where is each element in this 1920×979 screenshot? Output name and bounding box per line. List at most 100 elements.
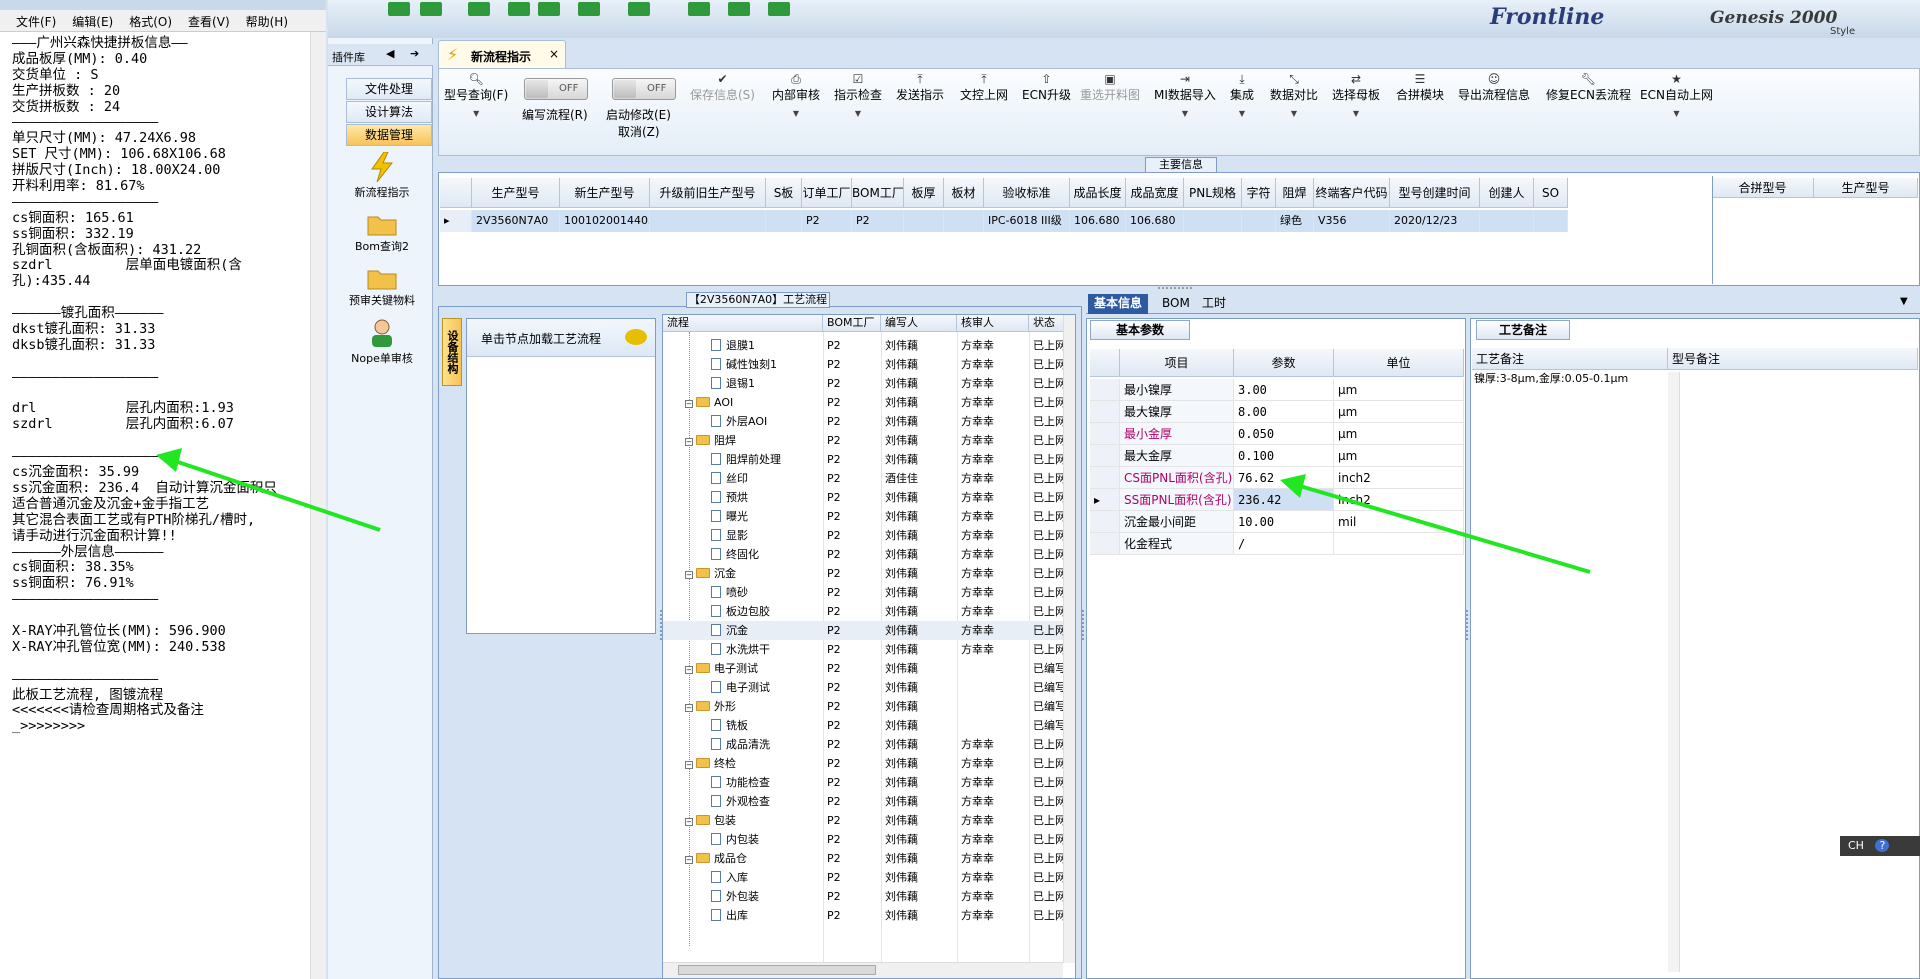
params-row-selector[interactable] [1090, 511, 1120, 533]
tree-row[interactable]: − 终检 P2 刘伟藕 方幸幸 已上网 [663, 754, 1066, 773]
ecn-auto-online-button[interactable]: ★ ECN自动上网 ▼ [1640, 72, 1713, 118]
collapse-toggle-icon[interactable]: − [685, 761, 693, 769]
instruction-check-button[interactable]: ☑ 指示检查 ▼ [834, 72, 882, 118]
nav-data-management[interactable]: 数据管理 [346, 124, 432, 146]
table-cell[interactable]: 2020/12/23 [1390, 210, 1480, 232]
notepad-titlebar[interactable] [0, 0, 326, 10]
table-cell[interactable] [1480, 210, 1534, 232]
param-value-cell[interactable]: 10.00 [1234, 511, 1334, 533]
table-cell[interactable] [904, 210, 944, 232]
param-value-cell[interactable]: 8.00 [1234, 401, 1334, 423]
table-cell[interactable]: 10010200144037 [560, 210, 650, 232]
params-row-selector[interactable] [1090, 445, 1120, 467]
table-cell[interactable]: 106.680 [1126, 210, 1184, 232]
param-value-cell[interactable]: 76.62 [1234, 467, 1334, 489]
column-header[interactable]: SO [1534, 178, 1568, 208]
menu-view[interactable]: 查看(V) [180, 10, 238, 31]
tile-bom-query[interactable]: Bom查询2 [334, 212, 430, 254]
merge-column-header[interactable]: 合拼型号 [1712, 178, 1814, 198]
splitter-dots[interactable] [1082, 610, 1086, 640]
column-header[interactable]: S板 [766, 178, 802, 208]
params-tab[interactable]: 基本参数 [1090, 320, 1190, 340]
toolbar-refresh-icon[interactable] [420, 2, 442, 16]
column-header[interactable]: BOM工厂 [852, 178, 904, 208]
table-cell[interactable] [1184, 210, 1242, 232]
column-header[interactable]: 订单工厂 [802, 178, 852, 208]
tab-bom[interactable]: BOM [1156, 294, 1196, 314]
tree-row[interactable]: − 包装 P2 刘伟藕 方幸幸 已上网 [663, 811, 1066, 830]
tree-row[interactable]: 退锡1 P2 刘伟藕 方幸幸 已上网 [663, 374, 1066, 393]
toolbar-cut-icon[interactable] [508, 2, 530, 16]
collapse-left-icon[interactable]: ◀ [386, 47, 394, 60]
tree-row[interactable]: 预烘 P2 刘伟藕 方幸幸 已上网 [663, 488, 1066, 507]
notepad-scrollbar[interactable] [310, 32, 326, 979]
params-row-selector[interactable] [1090, 401, 1120, 423]
style-menu[interactable]: Style [1830, 26, 1855, 37]
splitter-handle[interactable] [1158, 286, 1194, 290]
tree-row[interactable]: 外层AOI P2 刘伟藕 方幸幸 已上网 [663, 412, 1066, 431]
column-header[interactable]: 板厚 [904, 178, 944, 208]
column-header[interactable]: 板材 [944, 178, 984, 208]
param-value-cell[interactable]: 0.100 [1234, 445, 1334, 467]
table-cell[interactable]: 绿色 [1276, 210, 1314, 232]
merge-column-header[interactable]: 生产型号 [1814, 178, 1918, 198]
notes-tab[interactable]: 工艺备注 [1476, 320, 1570, 340]
tree-row[interactable]: − 沉金 P2 刘伟藕 方幸幸 已上网 [663, 564, 1066, 583]
tree-column-header[interactable]: 编写人 [881, 315, 957, 332]
tile-new-flow[interactable]: 新流程指示 [334, 152, 430, 200]
type-query-button[interactable]: 🔍︎ 型号查询(F) ▼ [444, 72, 508, 118]
doc-control-online-button[interactable]: ⤒ 文控上网 [960, 72, 1008, 103]
param-value-cell[interactable]: / [1234, 533, 1334, 555]
param-value-cell[interactable]: 0.050 [1234, 423, 1334, 445]
write-flow-toggle[interactable]: OFF [524, 78, 588, 100]
tree-row[interactable]: − 外形 P2 刘伟藕 已编写 [663, 697, 1066, 716]
tree-row[interactable]: − AOI P2 刘伟藕 方幸幸 已上网 [663, 393, 1066, 412]
tree-row[interactable]: 板边包胶 P2 刘伟藕 方幸幸 已上网 [663, 602, 1066, 621]
tree-row[interactable]: − 电子测试 P2 刘伟藕 已编写 [663, 659, 1066, 678]
tree-row[interactable]: − 成品仓 P2 刘伟藕 方幸幸 已上网 [663, 849, 1066, 868]
table-cell[interactable]: IPC-6018 III级 [984, 210, 1070, 232]
tree-row[interactable]: − 阻焊 P2 刘伟藕 方幸幸 已上网 [663, 431, 1066, 450]
reselect-cut-chart-button[interactable]: ▣ 重选开料图 [1080, 72, 1140, 103]
tab-work-hours[interactable]: 工时 [1196, 294, 1232, 314]
table-cell[interactable] [766, 210, 802, 232]
collapse-toggle-icon[interactable]: − [685, 571, 693, 579]
collapse-toggle-icon[interactable]: − [685, 400, 693, 408]
ime-indicator[interactable]: CH ? [1840, 836, 1920, 856]
notes-scrollbar[interactable] [1668, 372, 1680, 972]
tree-column-header[interactable]: 流程 [663, 315, 823, 332]
nav-file-processing[interactable]: 文件处理 [346, 78, 432, 100]
column-header[interactable]: 生产型号 [472, 178, 560, 208]
params-column-header[interactable]: 项目 [1120, 349, 1234, 377]
tree-row[interactable]: 入库 P2 刘伟藕 方幸幸 已上网 [663, 868, 1066, 887]
help-icon[interactable]: ? [1875, 839, 1890, 852]
repair-ecn-flow-button[interactable]: 🔧︎ 修复ECN丢流程 [1546, 72, 1631, 103]
load-flow-box[interactable]: 单击节点加载工艺流程 [466, 318, 656, 634]
table-cell[interactable] [650, 210, 766, 232]
tree-row[interactable]: 终固化 P2 刘伟藕 方幸幸 已上网 [663, 545, 1066, 564]
equipment-structure-tab[interactable]: 设备结构 [442, 318, 462, 386]
column-header[interactable]: 成品宽度 [1126, 178, 1184, 208]
tree-row[interactable]: 外包装 P2 刘伟藕 方幸幸 已上网 [663, 887, 1066, 906]
param-value-cell[interactable]: 236.42 [1234, 489, 1334, 511]
close-icon[interactable]: × [549, 47, 559, 61]
tile-key-material[interactable]: 预审关键物料 [334, 266, 430, 308]
tree-row[interactable]: 功能检查 P2 刘伟藕 方幸幸 已上网 [663, 773, 1066, 792]
data-compare-button[interactable]: ⤡ 数据对比 ▼ [1270, 72, 1318, 118]
collapse-toggle-icon[interactable]: − [685, 438, 693, 446]
write-flow-button[interactable]: 编写流程(R) [522, 106, 588, 123]
tree-row[interactable]: 喷砂 P2 刘伟藕 方幸幸 已上网 [663, 583, 1066, 602]
column-header[interactable]: 阻焊 [1276, 178, 1314, 208]
collapse-toggle-icon[interactable]: − [685, 856, 693, 864]
tree-row[interactable]: 内包装 P2 刘伟藕 方幸幸 已上网 [663, 830, 1066, 849]
merge-module-button[interactable]: ☰ 合拼模块 [1396, 72, 1444, 103]
send-instruction-button[interactable]: ⤒ 发送指示 [896, 72, 944, 103]
process-note-text[interactable]: 镍厚:3-8μm,金厚:0.05-0.1μm [1474, 372, 1668, 385]
nav-design-algorithm[interactable]: 设计算法 [346, 101, 432, 123]
menu-file[interactable]: 文件(F) [8, 10, 64, 31]
ecn-upgrade-button[interactable]: ⇧ ECN升级 [1022, 72, 1071, 103]
table-cell[interactable] [944, 210, 984, 232]
tree-row[interactable]: 沉金 P2 刘伟藕 方幸幸 已上网 [663, 621, 1066, 640]
tree-row[interactable]: 出库 P2 刘伟藕 方幸幸 已上网 [663, 906, 1066, 925]
collapse-toggle-icon[interactable]: − [685, 818, 693, 826]
